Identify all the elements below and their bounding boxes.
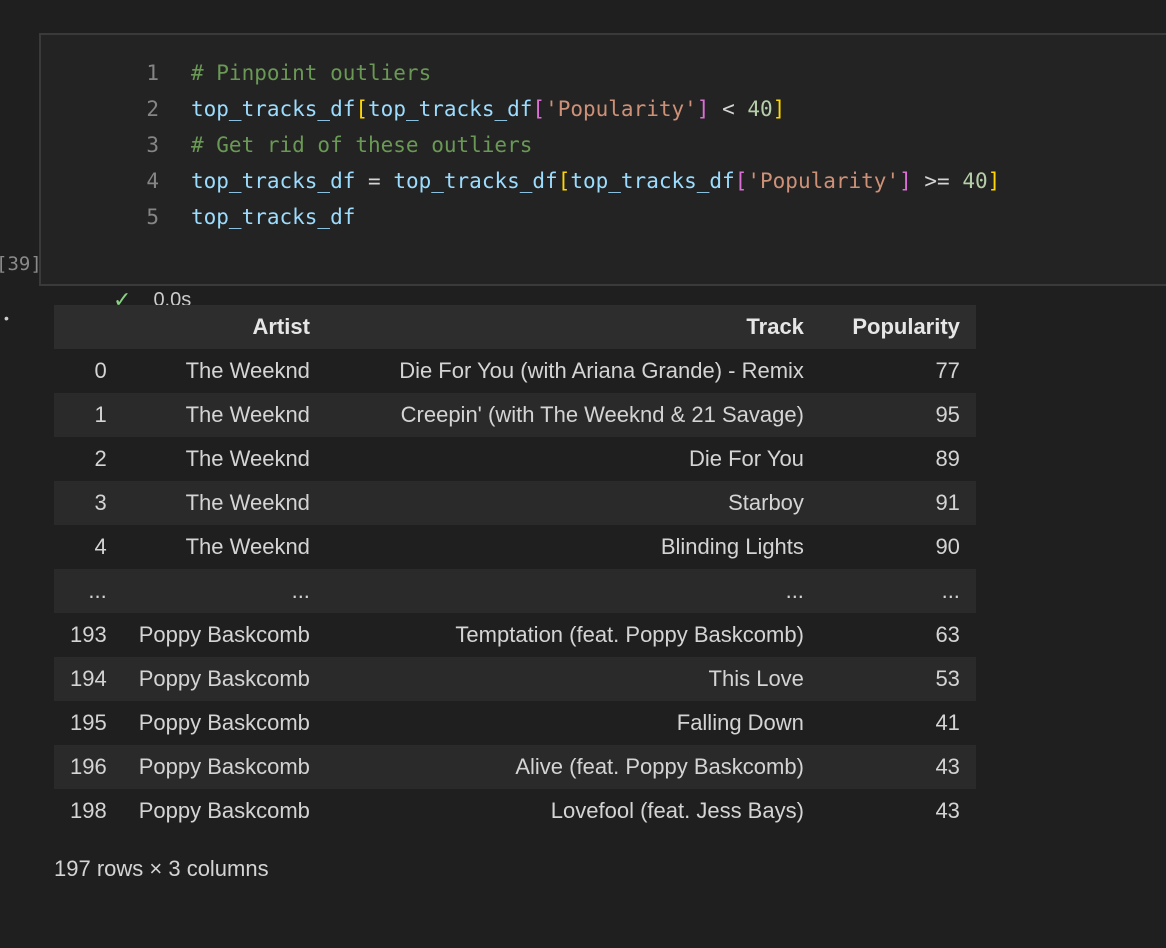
code-token: top_tracks_df: [191, 97, 356, 121]
code-token: ]: [987, 169, 1001, 193]
artist-cell: Poppy Baskcomb: [138, 622, 310, 647]
code-line[interactable]: 1 # Pinpoint outliers: [101, 55, 1000, 91]
popularity-cell: 53: [935, 666, 960, 691]
track-cell: Starboy: [728, 490, 804, 515]
dataframe-shape: 197 rows × 3 columns: [54, 856, 269, 881]
artist-cell: The Weeknd: [185, 402, 310, 427]
row-index: 4: [94, 534, 107, 559]
code-token: top_tracks_df: [393, 169, 558, 193]
row-index: 2: [94, 446, 107, 471]
track-cell: Creepin' (with The Weeknd & 21 Savage): [400, 402, 804, 427]
artist-cell: Poppy Baskcomb: [138, 754, 310, 779]
code-token: 'Popularity': [747, 169, 900, 193]
artist-cell: Poppy Baskcomb: [138, 710, 310, 735]
table-row: 4 The Weeknd Blinding Lights 90: [54, 525, 976, 569]
dataframe-output: Artist Track Popularity 0 The Weeknd Die F…: [54, 305, 976, 833]
code-line[interactable]: 4 top_tracks_df = top_tracks_df[top_track…: [101, 163, 1000, 199]
code-token: 40: [962, 169, 988, 193]
table-row: 196 Poppy Baskcomb Alive (feat. Poppy Bask…: [54, 745, 976, 789]
table-row: 198 Poppy Baskcomb Lovefool (feat. Jess Ba…: [54, 789, 976, 833]
popularity-cell: 63: [935, 622, 960, 647]
row-index: 0: [94, 358, 107, 383]
row-index: 193: [70, 622, 107, 647]
row-index: ...: [88, 578, 107, 603]
popularity-cell: 41: [935, 710, 960, 735]
popularity-cell: 89: [935, 446, 960, 471]
track-cell: Die For You (with Ariana Grande) - Remix: [399, 358, 804, 383]
track-cell: ...: [785, 578, 804, 603]
row-index: 195: [70, 710, 107, 735]
code-token: [: [355, 97, 369, 121]
line-number: 3: [146, 133, 159, 157]
code-token: >=: [911, 169, 963, 193]
table-row: 195 Poppy Baskcomb Falling Down 41: [54, 701, 976, 745]
table-row: 1 The Weeknd Creepin' (with The Weeknd & 2…: [54, 393, 976, 437]
popularity-cell: 95: [935, 402, 960, 427]
artist-cell: The Weeknd: [185, 490, 310, 515]
row-index: 198: [70, 798, 107, 823]
column-header-index: [54, 305, 123, 349]
table-row: 194 Poppy Baskcomb This Love 53: [54, 657, 976, 701]
artist-cell: The Weeknd: [185, 446, 310, 471]
code-token: 40: [747, 97, 773, 121]
line-number: 5: [146, 205, 159, 229]
code-line[interactable]: 2 top_tracks_df[top_tracks_df['Popularity…: [101, 91, 1000, 127]
row-index: 3: [94, 490, 107, 515]
code-token: # Get rid of these outliers: [191, 133, 533, 157]
output-menu-icon[interactable]: •: [4, 310, 9, 326]
code-token: ]: [772, 97, 786, 121]
line-number: 4: [146, 169, 159, 193]
artist-cell: The Weeknd: [185, 358, 310, 383]
track-cell: Alive (feat. Poppy Baskcomb): [515, 754, 804, 779]
row-index: 194: [70, 666, 107, 691]
code-token: top_tracks_df: [191, 205, 356, 229]
popularity-cell: 91: [935, 490, 960, 515]
table-header-row: Artist Track Popularity: [54, 305, 976, 349]
popularity-cell: 90: [935, 534, 960, 559]
line-number: 1: [146, 61, 159, 85]
artist-cell: The Weeknd: [185, 534, 310, 559]
track-cell: This Love: [708, 666, 804, 691]
track-cell: Falling Down: [676, 710, 804, 735]
code-token: [: [557, 169, 571, 193]
code-line[interactable]: 5 top_tracks_df: [101, 199, 1000, 235]
artist-cell: Poppy Baskcomb: [138, 798, 310, 823]
code-token: top_tracks_df: [368, 97, 533, 121]
table-row: 2 The Weeknd Die For You 89: [54, 437, 976, 481]
popularity-cell: 43: [935, 798, 960, 823]
code-token: [: [734, 169, 748, 193]
track-cell: Temptation (feat. Poppy Baskcomb): [455, 622, 804, 647]
code-editor[interactable]: 1 # Pinpoint outliers 2 top_tracks_df[top_t…: [101, 55, 1000, 235]
track-cell: Die For You: [688, 446, 804, 471]
code-token: top_tracks_df: [570, 169, 735, 193]
code-token: ]: [899, 169, 912, 193]
code-token: # Pinpoint outliers: [191, 61, 432, 85]
artist-cell: Poppy Baskcomb: [138, 666, 310, 691]
code-token: [: [532, 97, 546, 121]
row-index: 196: [70, 754, 107, 779]
column-header-track: Track: [746, 314, 804, 339]
popularity-cell: 43: [935, 754, 960, 779]
code-token: 'Popularity': [545, 97, 697, 121]
track-cell: Lovefool (feat. Jess Bays): [550, 798, 804, 823]
popularity-cell: ...: [941, 578, 960, 603]
table-row: 193 Poppy Baskcomb Temptation (feat. Poppy…: [54, 613, 976, 657]
track-cell: Blinding Lights: [660, 534, 804, 559]
code-token: <: [709, 97, 748, 121]
execution-count: [39]: [0, 253, 42, 275]
code-token: top_tracks_df: [191, 169, 356, 193]
table-row: 3 The Weeknd Starboy 91: [54, 481, 976, 525]
row-index: 1: [94, 402, 107, 427]
code-line[interactable]: 3 # Get rid of these outliers: [101, 127, 1000, 163]
table-row: 0 The Weeknd Die For You (with Ariana Gran…: [54, 349, 976, 393]
line-number: 2: [146, 97, 159, 121]
table-row: ............: [54, 569, 976, 613]
column-header-popularity: Popularity: [852, 314, 960, 339]
code-token: =: [355, 169, 394, 193]
artist-cell: ...: [291, 578, 310, 603]
code-token: ]: [696, 97, 710, 121]
code-cell[interactable]: 1 # Pinpoint outliers 2 top_tracks_df[top_t…: [39, 33, 1166, 312]
column-header-artist: Artist: [252, 314, 310, 339]
popularity-cell: 77: [935, 358, 960, 383]
